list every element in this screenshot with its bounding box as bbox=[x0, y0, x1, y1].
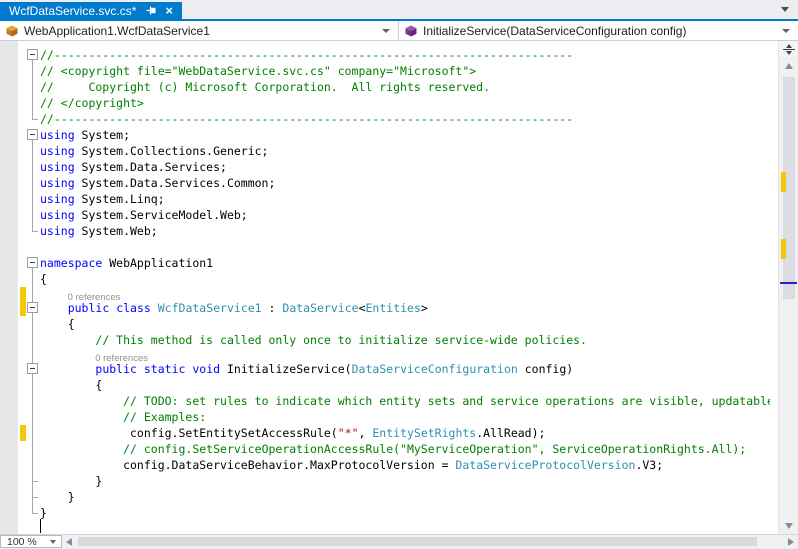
method-icon bbox=[404, 24, 418, 38]
code-line: config.DataServiceBehavior.MaxProtocolVe… bbox=[40, 458, 664, 472]
fold-end-tick bbox=[32, 481, 38, 482]
code-line: using System.Data.Services; bbox=[40, 160, 227, 174]
fold-end-tick bbox=[32, 231, 38, 232]
change-marker bbox=[20, 300, 26, 316]
member-selector-label: InitializeService(DataServiceConfigurati… bbox=[423, 23, 687, 38]
code-line: // config.SetServiceOperationAccessRule(… bbox=[123, 442, 747, 456]
scrollbar-change-mark bbox=[781, 172, 786, 192]
code-line: // Copyright (c) Microsoft Corporation. … bbox=[40, 80, 491, 94]
code-line: namespace WebApplication1 bbox=[0, 255, 770, 271]
fold-toggle-icon[interactable] bbox=[27, 49, 38, 60]
close-icon[interactable]: × bbox=[165, 4, 173, 17]
scroll-down-button[interactable] bbox=[779, 517, 798, 534]
code-line: using System; bbox=[0, 127, 770, 143]
code-line: } bbox=[0, 473, 770, 489]
code-line: // TODO: set rules to indicate which ent… bbox=[123, 394, 770, 408]
types-dropdown[interactable]: WebApplication1.WcfDataService1 bbox=[0, 21, 399, 40]
code-line: config.SetEntitySetAccessRule("*", Entit… bbox=[0, 425, 770, 441]
code-line: { bbox=[40, 378, 103, 392]
code-editor[interactable]: //--------------------------------------… bbox=[0, 41, 798, 534]
editor-bottom-bar: 100 % bbox=[0, 534, 798, 548]
code-line: } bbox=[0, 489, 770, 505]
zoom-level-label: 100 % bbox=[7, 535, 37, 548]
code-area[interactable]: //--------------------------------------… bbox=[0, 47, 770, 534]
code-line: // <copyright file="WebDataService.svc.c… bbox=[40, 64, 477, 78]
code-line: // This method is called only once to in… bbox=[95, 333, 587, 347]
code-line: using System.Web; bbox=[0, 223, 770, 239]
change-marker bbox=[20, 287, 26, 300]
pin-icon[interactable] bbox=[146, 5, 157, 16]
codelens-row: 0 references bbox=[0, 348, 770, 364]
members-dropdown[interactable]: InitializeService(DataServiceConfigurati… bbox=[399, 21, 798, 40]
chevron-down-icon bbox=[382, 29, 390, 33]
chevron-down-icon bbox=[782, 29, 790, 33]
code-line: using System.Collections.Generic; bbox=[40, 144, 269, 158]
text-caret bbox=[40, 519, 41, 533]
class-icon bbox=[5, 24, 19, 38]
horizontal-scrollbar[interactable] bbox=[78, 535, 770, 548]
fold-toggle-icon[interactable] bbox=[27, 363, 38, 374]
splitter-grip-icon[interactable] bbox=[779, 41, 798, 57]
tab-title: WcfDataService.svc.cs* bbox=[9, 3, 137, 18]
fold-end-tick bbox=[32, 119, 38, 120]
fold-end-tick bbox=[32, 513, 38, 514]
code-line: // Examples: bbox=[123, 410, 207, 424]
fold-end-tick bbox=[32, 497, 38, 498]
vs-document-window: WcfDataService.svc.cs* × WebApplication1… bbox=[0, 0, 798, 549]
codelens-row: 0 references bbox=[0, 287, 770, 303]
tab-bar: WcfDataService.svc.cs* × bbox=[0, 0, 798, 19]
zoom-dropdown[interactable]: 100 % bbox=[0, 535, 62, 548]
code-line: public static void InitializeService(Dat… bbox=[0, 361, 770, 377]
tab-list-dropdown-icon[interactable] bbox=[781, 7, 789, 12]
scroll-left-button[interactable] bbox=[66, 538, 72, 546]
code-line: { bbox=[40, 317, 75, 331]
code-line: public class WcfDataService1 : DataServi… bbox=[0, 300, 770, 316]
code-line: //--------------------------------------… bbox=[0, 47, 770, 63]
fold-toggle-icon[interactable] bbox=[27, 129, 38, 140]
vertical-scrollbar[interactable] bbox=[778, 41, 798, 534]
code-line: // </copyright> bbox=[40, 96, 144, 110]
fold-toggle-icon[interactable] bbox=[27, 302, 38, 313]
fold-toggle-icon[interactable] bbox=[27, 257, 38, 268]
chevron-down-icon bbox=[50, 539, 56, 544]
code-line: { bbox=[40, 272, 47, 286]
scroll-up-button[interactable] bbox=[779, 57, 798, 74]
code-line: //--------------------------------------… bbox=[0, 111, 770, 127]
scrollbar-caret-mark bbox=[780, 282, 797, 284]
code-line: using System.Linq; bbox=[40, 192, 165, 206]
scrollbar-change-mark bbox=[781, 239, 786, 259]
code-line: using System.ServiceModel.Web; bbox=[40, 208, 248, 222]
navigation-bar: WebApplication1.WcfDataService1 Initiali… bbox=[0, 21, 798, 41]
change-marker bbox=[20, 425, 26, 441]
scroll-right-button[interactable] bbox=[788, 538, 794, 546]
type-selector-label: WebApplication1.WcfDataService1 bbox=[24, 23, 210, 38]
code-line: using System.Data.Services.Common; bbox=[40, 176, 276, 190]
tab-wcfdataservice[interactable]: WcfDataService.svc.cs* × bbox=[0, 2, 182, 19]
horizontal-scroll-thumb[interactable] bbox=[78, 537, 757, 546]
code-line: } bbox=[0, 505, 770, 521]
